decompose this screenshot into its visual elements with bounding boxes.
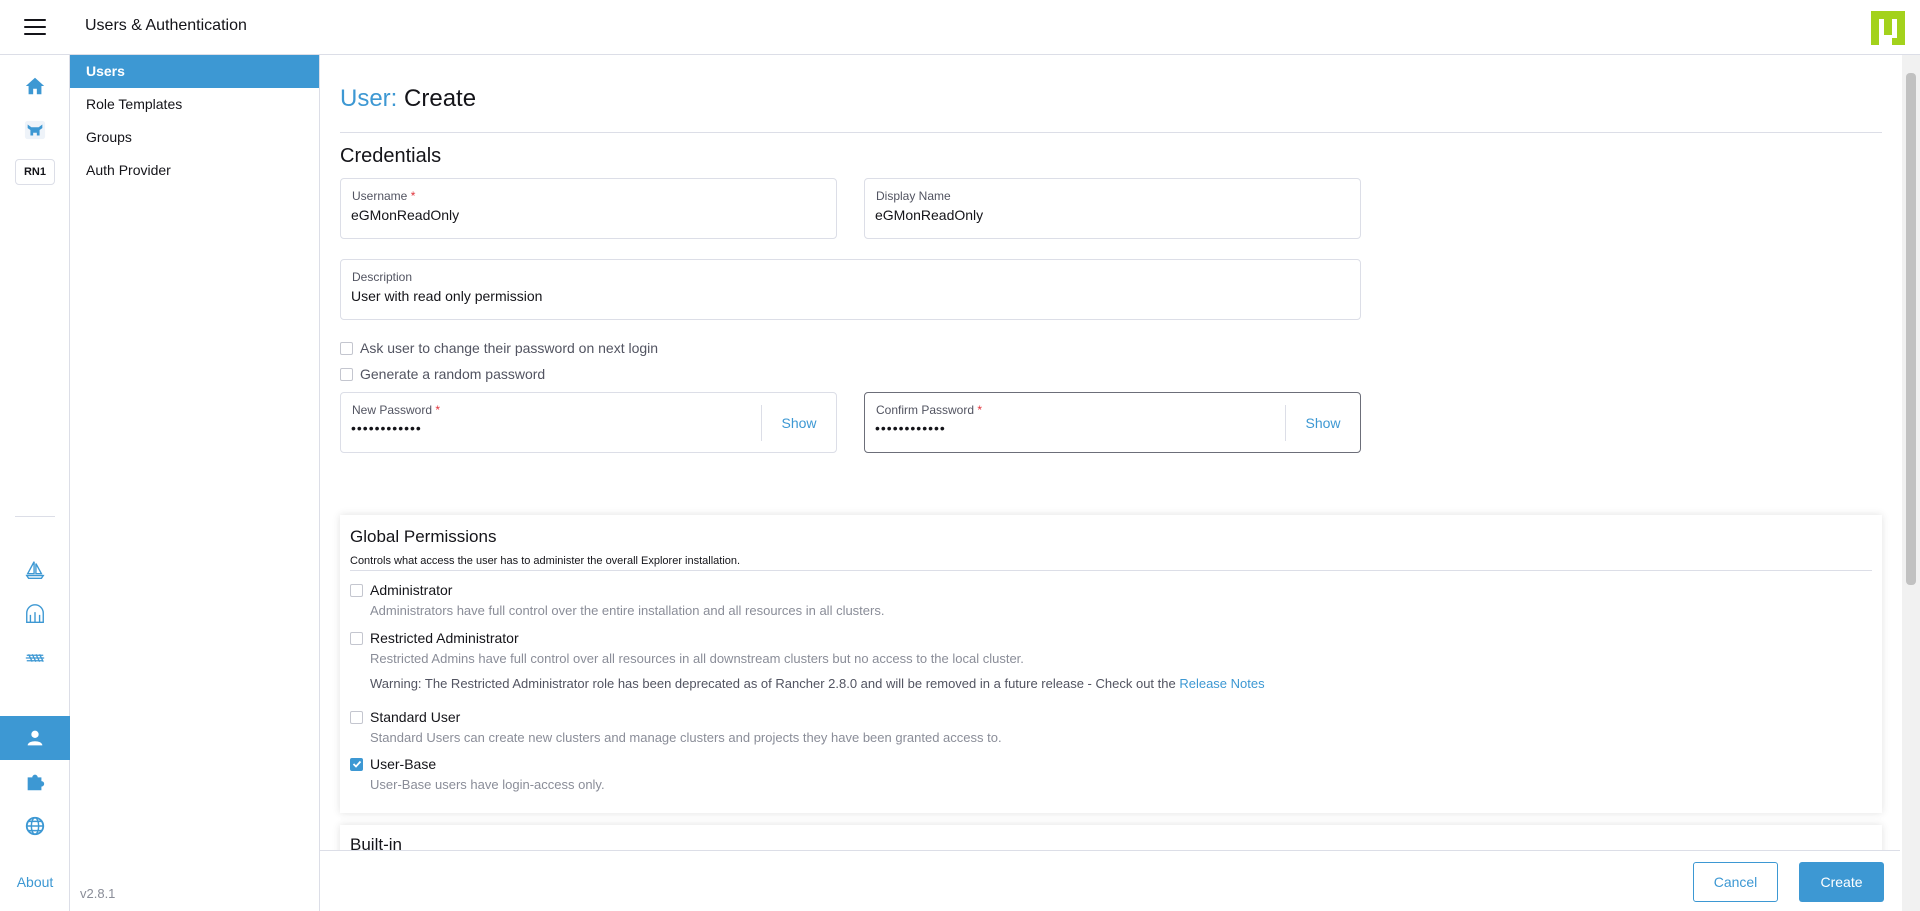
builtin-title: Built-in	[350, 835, 402, 850]
username-label: Username	[352, 189, 408, 203]
display-name-field[interactable]: Display Name	[864, 178, 1361, 239]
cluster-badge[interactable]: RN1	[15, 159, 55, 185]
top-header: Users & Authentication	[0, 0, 1920, 55]
page-scrollbar[interactable]	[1902, 55, 1920, 911]
page-title: User: Create	[340, 85, 476, 113]
page-action: Create	[404, 85, 477, 112]
show-confirm-password-button[interactable]: Show	[1285, 405, 1360, 441]
subnav-item-auth-provider[interactable]: Auth Provider	[70, 154, 319, 187]
users-icon[interactable]	[0, 716, 70, 760]
subnav-item-groups[interactable]: Groups	[70, 121, 319, 154]
permission-label: Standard User	[370, 709, 461, 725]
subnav-item-users[interactable]: Users	[70, 55, 319, 88]
required-marker: *	[435, 403, 441, 417]
network-icon[interactable]	[0, 636, 70, 680]
permission-description: Administrators have full control over th…	[370, 603, 885, 618]
permission-label: Administrator	[370, 582, 453, 598]
description-input[interactable]	[351, 288, 1341, 304]
version-label: v2.8.1	[80, 886, 116, 901]
sailboat-icon[interactable]	[0, 548, 70, 592]
checkbox-box[interactable]	[340, 367, 353, 381]
permission-description: User-Base users have login-access only.	[370, 777, 605, 792]
divider	[350, 570, 1872, 571]
fleet-icon[interactable]	[0, 592, 70, 636]
global-permissions-subtitle: Controls what access the user has to adm…	[350, 555, 741, 567]
description-label: Description	[352, 270, 413, 284]
random-password-label: Generate a random password	[360, 366, 546, 382]
divider	[340, 132, 1882, 133]
new-password-input[interactable]: ••••••••••••	[351, 420, 422, 436]
deprecation-warning: Warning: The Restricted Administrator ro…	[370, 676, 1265, 691]
globe-icon[interactable]	[0, 804, 70, 848]
rail-divider	[15, 516, 55, 517]
display-name-label: Display Name	[876, 189, 951, 203]
cancel-button[interactable]: Cancel	[1693, 862, 1778, 902]
show-new-password-button[interactable]: Show	[761, 405, 836, 441]
confirm-password-label: Confirm Password	[876, 403, 975, 417]
ask-change-password-checkbox[interactable]: Ask user to change their password on nex…	[340, 340, 658, 356]
form-footer: Cancel Create	[320, 850, 1900, 911]
display-name-input[interactable]	[875, 207, 1345, 223]
app-title: Users & Authentication	[85, 17, 247, 34]
home-icon[interactable]	[0, 64, 70, 108]
permission-description: Standard Users can create new clusters a…	[370, 730, 1002, 745]
required-marker: *	[977, 403, 983, 417]
permission-administrator: Administrator Administrators have full c…	[350, 582, 884, 618]
create-button[interactable]: Create	[1799, 862, 1884, 902]
permission-standard-user: Standard User Standard Users can create …	[350, 709, 1002, 745]
checkmark-icon	[352, 760, 361, 768]
builtin-card: Built-in	[340, 825, 1882, 850]
permission-description: Restricted Admins have full control over…	[370, 651, 1024, 666]
scrollbar-thumb[interactable]	[1906, 73, 1916, 585]
main-content: User: Create Credentials Username * Disp…	[320, 55, 1900, 850]
menu-icon[interactable]	[24, 19, 46, 35]
username-field[interactable]: Username *	[340, 178, 837, 239]
brand-logo-icon[interactable]	[1870, 10, 1906, 46]
description-field[interactable]: Description	[340, 259, 1361, 320]
icon-rail: RN1 About	[0, 55, 70, 911]
users-subnav: Users Role Templates Groups Auth Provide…	[70, 55, 320, 911]
confirm-password-input[interactable]: ••••••••••••	[875, 420, 946, 436]
about-link[interactable]: About	[0, 874, 70, 890]
checkbox-box[interactable]	[350, 710, 363, 724]
restricted-administrator-checkbox[interactable]: Restricted Administrator	[350, 630, 1265, 646]
random-password-checkbox[interactable]: Generate a random password	[340, 366, 545, 382]
permission-label: Restricted Administrator	[370, 630, 519, 646]
cluster-bull-icon[interactable]	[0, 108, 70, 152]
ask-change-password-label: Ask user to change their password on nex…	[360, 340, 659, 356]
checkbox-box[interactable]	[350, 757, 363, 771]
checkbox-box[interactable]	[350, 631, 363, 645]
required-marker: *	[410, 189, 416, 203]
permission-label: User-Base	[370, 756, 437, 772]
username-input[interactable]	[351, 207, 821, 223]
confirm-password-field[interactable]: Confirm Password * •••••••••••• Show	[864, 392, 1361, 453]
checkbox-box[interactable]	[350, 583, 363, 597]
extensions-puzzle-icon[interactable]	[0, 760, 70, 804]
user-base-checkbox[interactable]: User-Base	[350, 756, 605, 772]
permission-restricted-administrator: Restricted Administrator Restricted Admi…	[350, 630, 1265, 691]
warning-text: Warning: The Restricted Administrator ro…	[370, 676, 1180, 691]
global-permissions-title: Global Permissions	[350, 527, 497, 546]
release-notes-link[interactable]: Release Notes	[1179, 676, 1264, 691]
breadcrumb-user-link[interactable]: User:	[340, 85, 397, 112]
checkbox-box[interactable]	[340, 341, 353, 355]
permission-user-base: User-Base User-Base users have login-acc…	[350, 756, 605, 792]
administrator-checkbox[interactable]: Administrator	[350, 582, 884, 598]
subnav-item-role-templates[interactable]: Role Templates	[70, 88, 319, 121]
new-password-field[interactable]: New Password * •••••••••••• Show	[340, 392, 837, 453]
new-password-label: New Password	[352, 403, 433, 417]
global-permissions-card: Global Permissions Controls what access …	[340, 515, 1882, 813]
credentials-heading: Credentials	[340, 145, 442, 167]
standard-user-checkbox[interactable]: Standard User	[350, 709, 1002, 725]
